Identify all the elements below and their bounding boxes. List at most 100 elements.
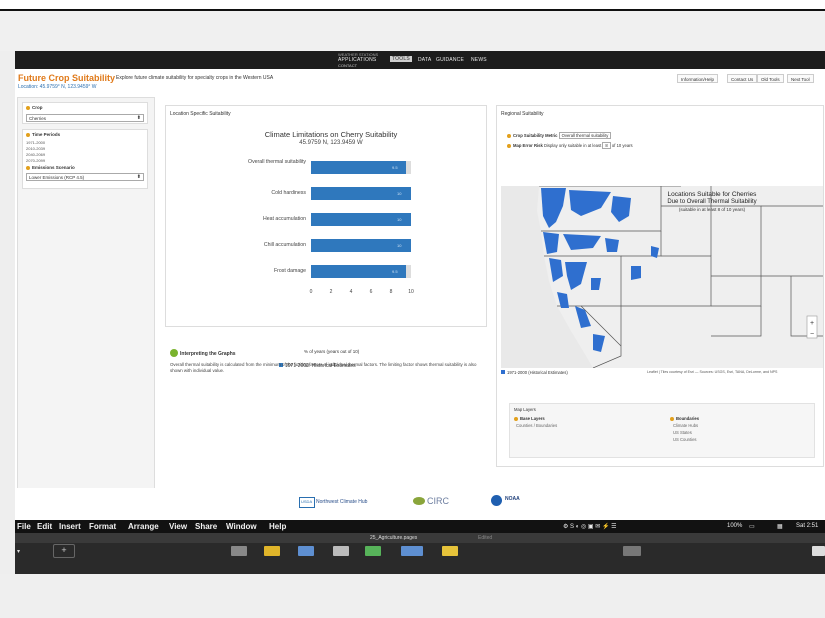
base-layer-option[interactable]: Counties / Boundaries bbox=[516, 423, 557, 428]
menu-file[interactable]: File bbox=[17, 522, 31, 531]
text-icon[interactable] bbox=[298, 546, 314, 556]
layers-label: Map Layers bbox=[514, 407, 536, 412]
years-control: Map Error Risk Display only suitable in … bbox=[507, 142, 633, 149]
x-tick-label: 10 bbox=[408, 289, 414, 295]
nav-guidance[interactable]: GUIDANCE bbox=[436, 57, 464, 63]
x-tick-label: 4 bbox=[349, 289, 353, 295]
time-periods-label: Time Periods bbox=[26, 132, 60, 137]
bar-value-label: 9.5 bbox=[392, 269, 398, 274]
table-icon[interactable] bbox=[231, 546, 247, 556]
overlay-option[interactable]: US States bbox=[673, 430, 692, 435]
legend-swatch bbox=[501, 370, 505, 374]
bar[interactable] bbox=[311, 187, 411, 200]
nav-contact[interactable]: CONTACT bbox=[338, 63, 357, 68]
share-icon[interactable] bbox=[442, 546, 458, 556]
comment-icon[interactable] bbox=[401, 546, 423, 556]
circ-logo-icon bbox=[413, 497, 425, 505]
x-tick-label: 8 bbox=[389, 289, 393, 295]
menu-help[interactable]: Help bbox=[269, 522, 286, 531]
add-page-button[interactable]: + bbox=[53, 544, 75, 558]
period-option[interactable]: 2070-2099 bbox=[26, 158, 45, 163]
site-navbar: WEATHER STATIONS APPLICATIONS TOOLS DATA… bbox=[15, 51, 825, 69]
media-icon[interactable] bbox=[365, 546, 381, 556]
map-title: Locations Suitable for Cherries bbox=[667, 191, 757, 198]
chevron-down-icon: ⬍ bbox=[136, 174, 141, 180]
category-label: Heat accumulation bbox=[263, 216, 306, 222]
metric-icon bbox=[507, 133, 511, 138]
document-status: Edited bbox=[478, 535, 493, 541]
bar[interactable] bbox=[311, 213, 411, 226]
regional-suitability-panel: Regional Suitability Crop Suitability Me… bbox=[496, 105, 824, 467]
menu-format[interactable]: Format bbox=[89, 522, 116, 531]
noaa-logo-icon bbox=[491, 495, 502, 506]
nav-tools[interactable]: TOOLS bbox=[390, 56, 412, 62]
pages-titlebar bbox=[15, 533, 825, 543]
old-tools-button[interactable]: Old Tools bbox=[757, 74, 784, 83]
northwest-hub-logo-text[interactable]: Northwest Climate Hub bbox=[316, 499, 367, 505]
suitability-map[interactable]: + − Locations Suitable for Cherries Due … bbox=[501, 186, 823, 368]
scenario-icon bbox=[26, 165, 30, 170]
page-header: Future Crop Suitability Explore future c… bbox=[15, 71, 825, 91]
x-tick-label: 2 bbox=[329, 289, 333, 295]
layers-icon bbox=[514, 416, 518, 421]
bar-value-label: 10 bbox=[397, 191, 402, 196]
metric-select[interactable]: Overall thermal suitability bbox=[558, 132, 612, 139]
map-title-2: Due to Overall Thermal Suitability bbox=[667, 199, 757, 205]
window-top-rule bbox=[0, 0, 825, 11]
period-option[interactable]: 2010-2039 bbox=[26, 146, 45, 151]
bar-value-label: 10 bbox=[397, 217, 402, 222]
x-axis-label: % of years (years out of 10) bbox=[304, 349, 360, 354]
bar-value-label: 10 bbox=[397, 243, 402, 248]
circ-logo[interactable]: CIRC bbox=[427, 496, 449, 506]
menu-window[interactable]: Window bbox=[226, 522, 257, 531]
svg-text:+: + bbox=[810, 320, 814, 327]
crop-icon bbox=[26, 105, 30, 110]
noaa-logo[interactable]: NOAA bbox=[505, 496, 520, 502]
menu-share[interactable]: Share bbox=[195, 522, 217, 531]
contact-button[interactable]: Contact Us bbox=[727, 74, 758, 83]
years-input[interactable]: 8 bbox=[602, 142, 611, 149]
years-icon bbox=[507, 143, 511, 148]
menu-arrange[interactable]: Arrange bbox=[128, 522, 159, 531]
bar[interactable] bbox=[311, 239, 411, 252]
location-suitability-panel: Location Specific Suitability Climate Li… bbox=[165, 105, 487, 369]
scenario-select[interactable]: Lower Emissions (RCP 4.5) ⬍ bbox=[26, 173, 144, 181]
map-credit[interactable]: Leaflet | Tiles courtesy of Esri — Sourc… bbox=[647, 370, 777, 374]
map-svg: + − bbox=[501, 186, 823, 368]
overlay-option[interactable]: US Counties bbox=[673, 437, 697, 442]
view-menu-button[interactable]: ▾ bbox=[17, 548, 20, 555]
document-icon[interactable] bbox=[812, 546, 825, 556]
location-coords[interactable]: Location: 45.9759° N, 123.9459° W bbox=[18, 84, 97, 90]
document-name: 25_Agriculture.pages bbox=[370, 535, 418, 541]
interpret-text: Overall thermal suitability is calculate… bbox=[170, 362, 477, 373]
map-title-3: (suitable in at least 8 of 10 years) bbox=[678, 207, 746, 212]
overlay-option[interactable]: Climate Hubs bbox=[673, 423, 698, 428]
menu-view[interactable]: View bbox=[169, 522, 187, 531]
chart-icon[interactable] bbox=[264, 546, 280, 556]
overlay-label: Boundaries bbox=[670, 416, 699, 421]
period-option[interactable]: 1971-2000 bbox=[26, 140, 45, 145]
panel-title: Location Specific Suitability bbox=[170, 111, 231, 117]
page-title: Future Crop Suitability bbox=[18, 73, 116, 83]
time-box: Time Periods 1971-2000 2010-2039 2040-20… bbox=[22, 129, 148, 189]
crop-select[interactable]: Cherries ⬍ bbox=[26, 114, 144, 122]
status-icons[interactable]: ⚙ S ◐ ◎ ▣ ✉ ⚡ ☰ bbox=[563, 523, 616, 530]
menu-edit[interactable]: Edit bbox=[37, 522, 52, 531]
bottom-margin bbox=[0, 574, 825, 618]
battery-level[interactable]: 100% bbox=[727, 523, 742, 529]
screen: WEATHER STATIONS APPLICATIONS TOOLS DATA… bbox=[15, 51, 825, 574]
next-tool-button[interactable]: Next Tool bbox=[787, 74, 814, 83]
menu-insert[interactable]: Insert bbox=[59, 522, 81, 531]
map-legend: 1971-2000 (Historical Estimates) bbox=[501, 370, 568, 375]
usda-logo[interactable]: USDA bbox=[299, 497, 315, 508]
period-option[interactable]: 2040-2069 bbox=[26, 152, 45, 157]
metric-control: Crop Suitability Metric Overall thermal … bbox=[507, 132, 612, 139]
shape-icon[interactable] bbox=[333, 546, 349, 556]
chart-title: Climate Limitations on Cherry Suitabilit… bbox=[264, 130, 398, 139]
format-icon[interactable] bbox=[623, 546, 641, 556]
clock[interactable]: Sat 2:51 bbox=[796, 523, 818, 529]
x-tick-label: 0 bbox=[309, 289, 313, 295]
info-help-button[interactable]: Information/Help bbox=[677, 74, 719, 83]
nav-news[interactable]: NEWS bbox=[471, 57, 487, 63]
nav-data[interactable]: DATA bbox=[418, 57, 431, 63]
